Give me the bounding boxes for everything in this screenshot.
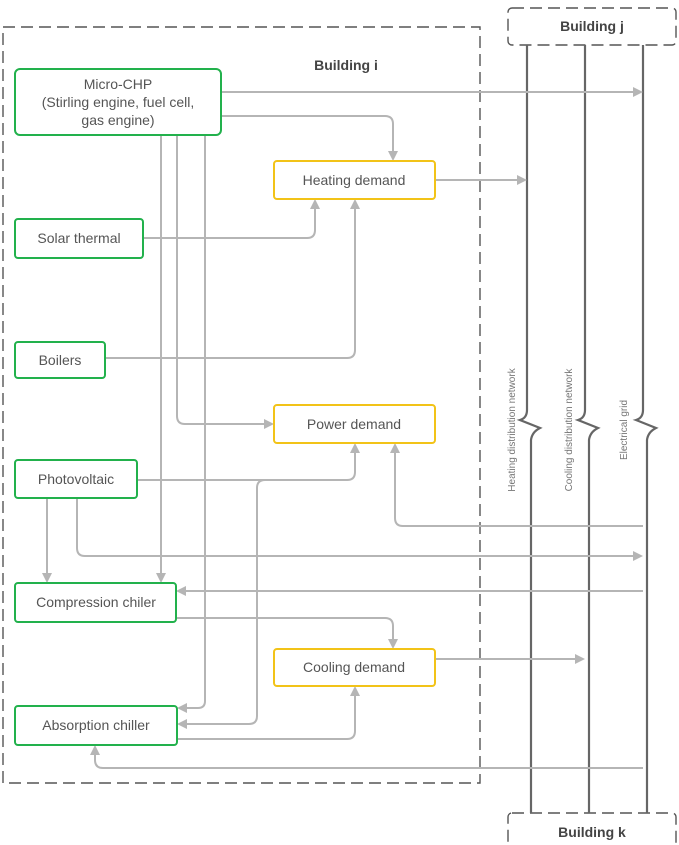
electrical-grid-label: Electrical grid [619, 400, 630, 460]
svg-text:Absorption chiller: Absorption chiller [42, 717, 150, 733]
svg-text:Heating demand: Heating demand [303, 172, 406, 188]
energy-system-diagram: Building i Building j Building k Heating… [2, 7, 677, 845]
flow-chp-to-absorption [177, 135, 206, 713]
flow-grid-to-absorption [90, 745, 643, 769]
flow-pv-to-absorption [177, 479, 266, 729]
node-micro-chp: Micro-CHP (Stirling engine, fuel cell, g… [14, 68, 222, 136]
electrical-grid-line [632, 45, 659, 813]
heating-network-line [516, 45, 543, 813]
flow-solar-to-heating [143, 199, 320, 239]
node-photovoltaic: Photovoltaic [14, 459, 138, 499]
building-k-label: Building k [558, 824, 626, 840]
cooling-network-line [574, 45, 601, 813]
building-j-label: Building j [560, 18, 624, 34]
node-boilers: Boilers [14, 341, 106, 379]
flow-absorption-to-cooling [177, 686, 360, 740]
flow-chp-to-heating [221, 115, 398, 161]
flow-pv-to-power [137, 443, 360, 481]
svg-text:(Stirling engine, fuel cell,: (Stirling engine, fuel cell, [42, 94, 195, 110]
svg-text:Power demand: Power demand [307, 416, 401, 432]
heating-network-label: Heating distribution network [507, 367, 518, 491]
flow-chp-to-power [176, 135, 274, 429]
node-compression-chiller: Compression chiler [14, 582, 177, 623]
svg-text:Boilers: Boilers [39, 352, 82, 368]
svg-text:Micro-CHP: Micro-CHP [84, 76, 152, 92]
svg-text:Solar thermal: Solar thermal [37, 230, 120, 246]
flow-compression-to-cooling [176, 617, 398, 649]
cooling-network-label: Cooling distribution network [564, 368, 575, 492]
flow-grid-to-power [390, 443, 643, 527]
svg-text:Compression chiler: Compression chiler [36, 594, 156, 610]
node-solar-thermal: Solar thermal [14, 218, 144, 259]
svg-text:Cooling demand: Cooling demand [303, 659, 405, 675]
node-heating-demand: Heating demand [273, 160, 436, 200]
building-i-label: Building i [314, 57, 378, 73]
svg-text:Photovoltaic: Photovoltaic [38, 471, 114, 487]
node-cooling-demand: Cooling demand [273, 648, 436, 687]
node-absorption-chiller: Absorption chiller [14, 705, 178, 746]
svg-text:gas engine): gas engine) [81, 112, 154, 128]
node-power-demand: Power demand [273, 404, 436, 444]
